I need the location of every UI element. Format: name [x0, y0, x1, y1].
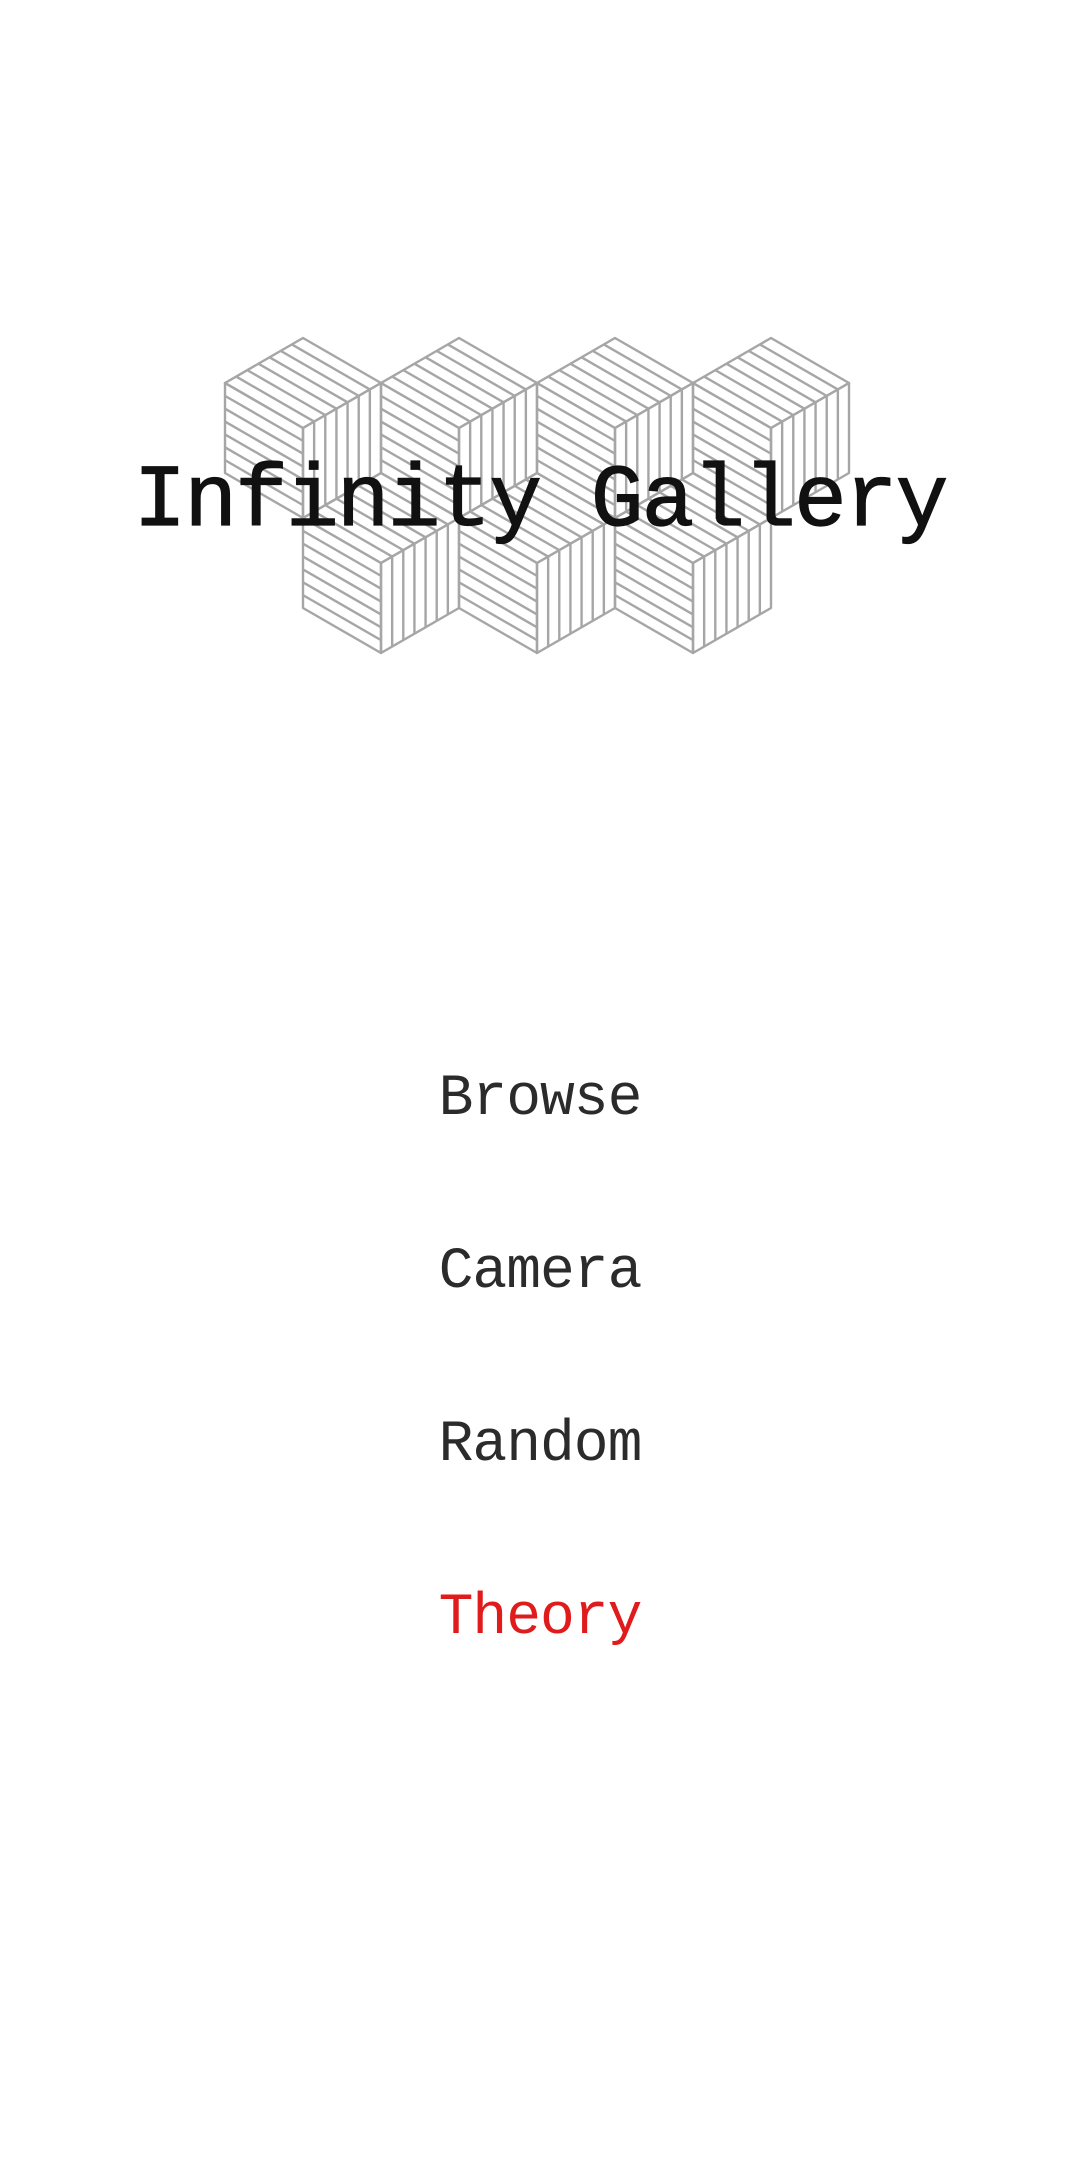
app-title: Infinity Gallery — [133, 452, 949, 552]
menu-item-theory[interactable]: Theory — [0, 1569, 1080, 1669]
isometric-cubes-icon — [223, 336, 851, 655]
menu-item-random[interactable]: Random — [0, 1396, 1080, 1496]
menu-item-camera[interactable]: Camera — [0, 1223, 1080, 1323]
menu-item-browse[interactable]: Browse — [0, 1050, 1080, 1150]
